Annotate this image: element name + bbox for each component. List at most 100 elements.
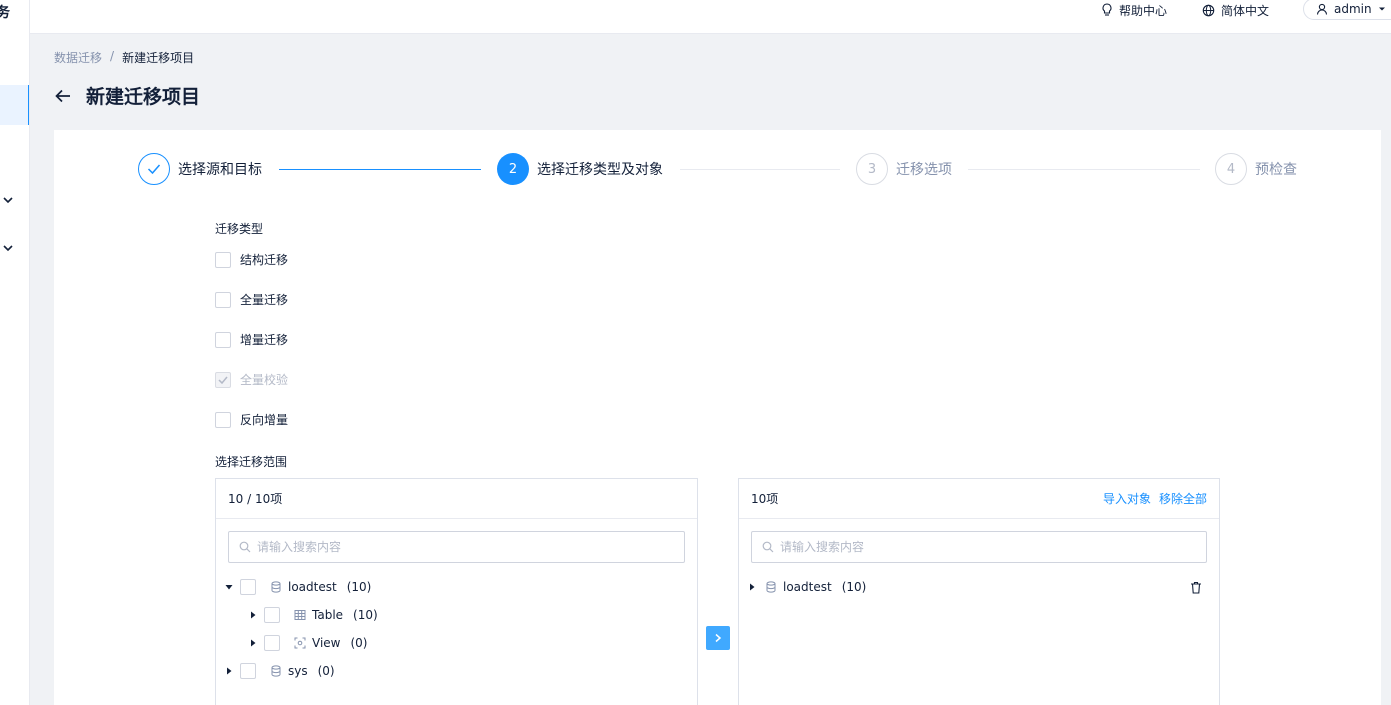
tree-node-name: Table (312, 608, 344, 622)
checkbox-reverse-incremental[interactable]: 反向增量 (215, 411, 288, 428)
database-icon (271, 581, 281, 593)
checkbox-label: 全量校验 (240, 373, 289, 387)
user-menu-button[interactable]: admin (1303, 0, 1391, 20)
breadcrumb-parent[interactable]: 数据迁移 (54, 49, 102, 66)
target-search-box[interactable] (751, 531, 1207, 563)
step-3-number: 3 (856, 153, 888, 185)
check-icon (218, 376, 228, 384)
source-search-input[interactable] (257, 540, 637, 554)
breadcrumb-separator: / (110, 49, 115, 63)
step-3-label: 迁移选项 (896, 162, 952, 178)
chevron-right-icon (715, 633, 722, 643)
help-center-label: 帮助中心 (1119, 3, 1168, 18)
language-label: 简体中文 (1221, 3, 1270, 18)
user-name: admin (1334, 2, 1372, 16)
target-tree-node-loadtest[interactable]: loadtest (10) (747, 577, 866, 597)
help-center-link[interactable]: 帮助中心 (1101, 0, 1167, 20)
source-objects-panel: 10 / 10项 loadtest (10) Table (10) View (… (215, 478, 698, 705)
caret-right-icon[interactable] (248, 638, 258, 648)
database-icon (271, 665, 281, 677)
page-header: 新建迁移项目 (54, 82, 200, 109)
checkbox[interactable] (215, 291, 231, 308)
step-2-label: 选择迁移类型及对象 (537, 162, 663, 178)
sidebar-item-active[interactable] (0, 85, 29, 125)
tree-node-name: loadtest (288, 580, 337, 594)
tree-node-sys[interactable]: sys (0) (224, 661, 335, 681)
back-arrow-icon[interactable] (54, 88, 72, 104)
tree-node-count: (0) (350, 636, 368, 650)
search-icon (239, 541, 251, 553)
caret-right-icon[interactable] (248, 610, 258, 620)
step-1-check-icon (138, 153, 170, 185)
sidebar: 务 (0, 0, 30, 705)
target-count: 10项 (751, 492, 779, 506)
step-4: 4 预检查 (1215, 153, 1297, 185)
tree-node-name: loadtest (783, 580, 832, 594)
tree-node-count: (10) (353, 608, 378, 622)
checkbox[interactable] (215, 411, 231, 428)
step-2: 2 选择迁移类型及对象 (497, 153, 663, 185)
sidebar-brand: 务 (0, 2, 10, 22)
tree-node-loadtest[interactable]: loadtest (10) (224, 577, 371, 597)
caret-down-icon (1378, 7, 1385, 11)
top-header: 帮助中心 简体中文 admin (30, 0, 1391, 34)
tree-node-view[interactable]: View (0) (248, 633, 367, 653)
checkbox-full-verification: 全量校验 (215, 371, 288, 388)
caret-right-icon[interactable] (224, 666, 234, 676)
migration-scope-label: 选择迁移范围 (215, 455, 288, 469)
checkbox-label: 增量迁移 (240, 333, 289, 347)
trash-icon[interactable] (1190, 581, 1202, 594)
checkbox[interactable] (240, 663, 256, 679)
tree-node-count: (10) (841, 580, 867, 594)
language-selector[interactable]: 简体中文 (1202, 0, 1269, 20)
step-1-label: 选择源和目标 (178, 162, 262, 178)
caret-down-icon[interactable] (224, 582, 234, 592)
table-icon (294, 610, 306, 620)
source-search-box[interactable] (228, 531, 685, 563)
move-right-button[interactable] (706, 626, 730, 650)
checkbox-full-migration[interactable]: 全量迁移 (215, 291, 288, 308)
tree-node-table[interactable]: Table (10) (248, 605, 378, 625)
breadcrumb: 数据迁移 / 新建迁移项目 (54, 49, 194, 66)
source-count: 10 / 10项 (228, 492, 283, 506)
checkbox-label: 全量迁移 (240, 293, 289, 307)
source-panel-header: 10 / 10项 (216, 479, 697, 519)
step-connector (680, 169, 840, 170)
page-title: 新建迁移项目 (86, 86, 201, 108)
checkbox-label: 结构迁移 (240, 253, 289, 267)
step-connector-done (279, 169, 481, 170)
step-4-label: 预检查 (1255, 162, 1297, 178)
target-objects-panel: 10项 导入对象 移除全部 loadtest (10) (738, 478, 1220, 705)
chevron-down-icon[interactable] (2, 242, 14, 254)
step-connector (968, 169, 1200, 170)
breadcrumb-current: 新建迁移项目 (122, 51, 195, 65)
checkbox[interactable] (264, 607, 280, 623)
checkbox-structure-migration[interactable]: 结构迁移 (215, 251, 288, 268)
tree-node-name: View (312, 636, 341, 650)
tree-node-name: sys (288, 664, 308, 678)
checkbox-label: 反向增量 (240, 413, 289, 427)
chevron-down-icon[interactable] (2, 194, 14, 206)
migration-type-label: 迁移类型 (215, 222, 264, 236)
target-panel-header: 10项 导入对象 移除全部 (739, 479, 1219, 519)
remove-all-link[interactable]: 移除全部 (1159, 490, 1207, 507)
database-icon (766, 581, 776, 593)
checkbox[interactable] (215, 331, 231, 348)
checkbox[interactable] (215, 251, 231, 268)
globe-icon (1202, 4, 1215, 16)
search-icon (762, 541, 774, 553)
user-icon (1316, 3, 1328, 15)
checkbox-checked-disabled (215, 371, 231, 388)
view-icon (294, 637, 306, 649)
step-1: 选择源和目标 (138, 153, 262, 185)
checkbox[interactable] (240, 579, 256, 595)
checkbox[interactable] (264, 635, 280, 651)
import-objects-link[interactable]: 导入对象 (1103, 490, 1151, 507)
tree-node-count: (10) (346, 580, 372, 594)
checkbox-incremental-migration[interactable]: 增量迁移 (215, 331, 288, 348)
lightbulb-icon (1102, 3, 1112, 16)
target-search-input[interactable] (780, 540, 1160, 554)
caret-right-icon[interactable] (747, 582, 757, 592)
tree-node-count: (0) (317, 664, 335, 678)
main-card: 选择源和目标 2 选择迁移类型及对象 3 迁移选项 4 预检查 迁移类型 结构迁… (54, 130, 1381, 705)
